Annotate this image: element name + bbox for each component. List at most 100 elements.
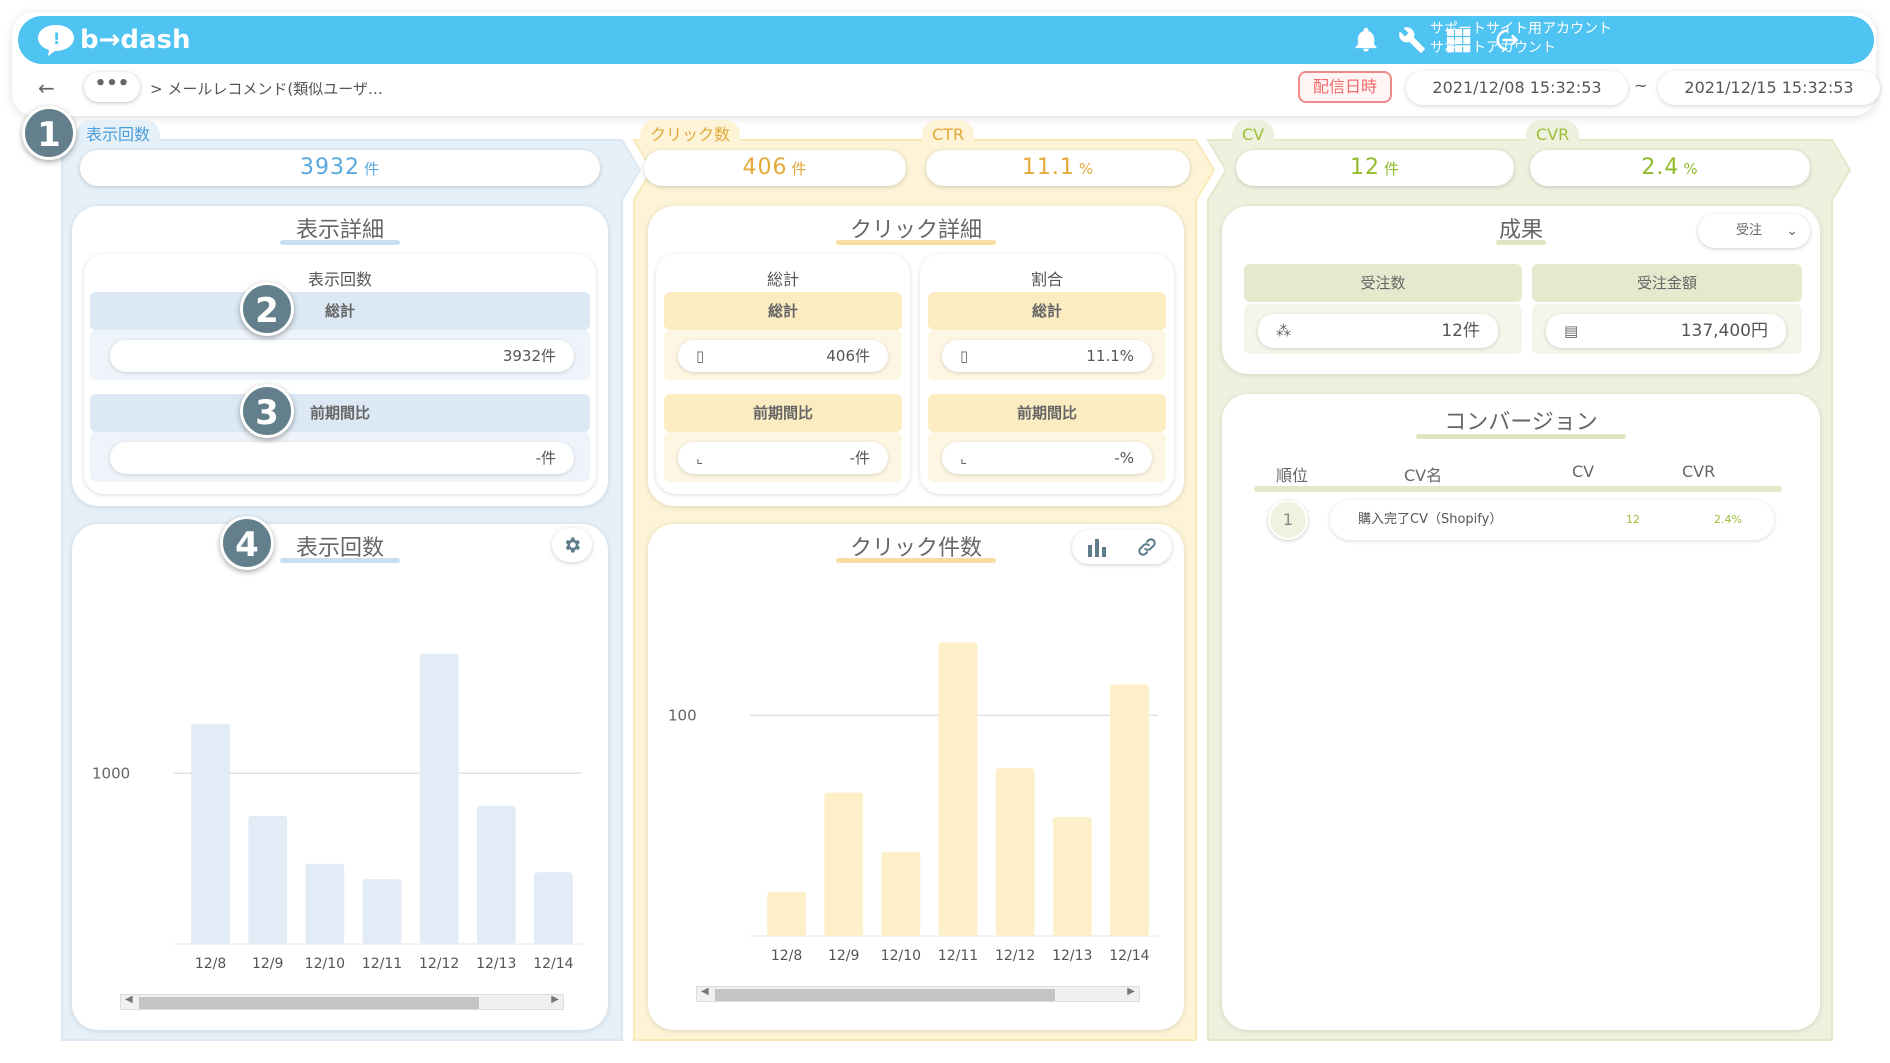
x-tick-label: 12/13 xyxy=(1052,948,1092,964)
title-underline xyxy=(1496,240,1546,245)
scroll-left-arrow-icon[interactable]: ◀ xyxy=(125,994,133,1005)
scroll-thumb[interactable] xyxy=(139,997,479,1009)
receipt-icon: ▤ xyxy=(1564,322,1579,340)
bar[interactable] xyxy=(248,815,288,944)
chevron-down-icon: ⌄ xyxy=(1786,223,1798,239)
impressions-unit: 件 xyxy=(363,160,380,178)
users-icon: ⁂ xyxy=(1276,322,1291,340)
clicks-total-value-row: ▯ 406件 xyxy=(678,340,888,372)
scroll-right-arrow-icon[interactable]: ▶ xyxy=(1127,986,1135,997)
x-tick-label: 12/9 xyxy=(828,948,859,964)
cvr-cell: 2.4% xyxy=(1714,513,1742,526)
clicks-chart-scrollbar[interactable]: ◀ ▶ xyxy=(696,986,1140,1002)
cv-value: 12 xyxy=(1349,155,1380,180)
cvr-tag: CVR xyxy=(1526,120,1580,150)
bar[interactable] xyxy=(767,891,806,936)
ctr-value: 11.1 xyxy=(1021,155,1075,180)
impressions-sub-title: 表示回数 xyxy=(307,270,372,289)
cv-pill: 12 件 xyxy=(1236,150,1514,186)
ctr-tag: CTR xyxy=(922,120,975,150)
clicks-bar-chart: 100 12/8 12/9 12/10 12/11 12/12 12/13 12/14 xyxy=(668,642,1158,964)
clicks-tag: クリック数 xyxy=(640,120,741,150)
results-type-select[interactable]: 受注 ⌄ xyxy=(1698,214,1810,248)
x-tick-label: 12/11 xyxy=(362,956,402,972)
scroll-right-arrow-icon[interactable]: ▶ xyxy=(551,994,559,1005)
bar[interactable] xyxy=(476,805,516,944)
y-tick-label: 1000 xyxy=(92,764,130,782)
impressions-chart-scrollbar[interactable]: ◀ ▶ xyxy=(120,994,564,1010)
ratio-total-value: 11.1% xyxy=(1086,347,1134,365)
bar[interactable] xyxy=(534,872,573,944)
orders-count-value: 12件 xyxy=(1441,321,1480,341)
x-tick-label: 12/11 xyxy=(938,948,978,964)
impressions-prev-value: -件 xyxy=(535,449,556,467)
ratio-prev-value: -% xyxy=(1114,449,1134,467)
impressions-total-pill: 3932 件 xyxy=(80,150,600,186)
cv-tag: CV xyxy=(1232,120,1275,150)
ratio-prev-value-row: ⌞ -% xyxy=(942,442,1152,474)
bar[interactable] xyxy=(191,723,230,944)
orders-count-row: ⁂ 12件 xyxy=(1258,314,1498,348)
ratio-total-value-row: ▯ 11.1% xyxy=(942,340,1152,372)
clicks-total-pill: 406 件 xyxy=(644,150,906,186)
impressions-total-value: 3932件 xyxy=(502,347,556,365)
line-chart-icon: ⌞ xyxy=(960,449,968,467)
ratio-total-band: 総計 xyxy=(928,292,1166,330)
clicks-total-sub-title: 総計 xyxy=(766,270,799,289)
x-tick-label: 12/12 xyxy=(995,948,1035,964)
results-card: 成果 受注 ⌄ 受注数 ⁂ 12件 受注金額 ▤ 137,400円 xyxy=(1222,206,1820,374)
chart-toggle-group xyxy=(1072,530,1172,564)
conversion-card: コンバージョン 順位 CV名 CV CVR 1 購入完了CV（Shopify） … xyxy=(1222,394,1820,1030)
scroll-thumb[interactable] xyxy=(715,989,1055,1001)
clicks-total-band: 総計 xyxy=(664,292,902,330)
impressions-prev-value-row: -件 xyxy=(110,442,574,474)
step-badge-3: 3 xyxy=(240,384,294,438)
clicks-total-subcard: 総計 総計 ▯ 406件 前期間比 ⌞ -件 xyxy=(656,254,910,494)
impressions-value: 3932 xyxy=(299,155,360,180)
bar[interactable] xyxy=(881,852,921,936)
orders-amount-value: 137,400円 xyxy=(1680,321,1768,341)
step-badge-2: 2 xyxy=(240,282,294,336)
impressions-detail-card: 表示詳細 表示回数 総計 3932件 前期間比 -件 xyxy=(72,206,608,506)
orders-amount-band: 受注金額 xyxy=(1532,264,1802,302)
bar[interactable] xyxy=(938,642,978,936)
chart-settings-button[interactable] xyxy=(552,528,592,562)
bar[interactable] xyxy=(419,653,459,944)
link-icon[interactable] xyxy=(1136,536,1158,558)
scroll-left-arrow-icon[interactable]: ◀ xyxy=(701,986,709,997)
impressions-tag: 表示回数 xyxy=(76,120,161,150)
ratio-prev-band: 前期間比 xyxy=(928,394,1166,432)
impressions-total-value-row: 3932件 xyxy=(110,340,574,372)
line-chart-icon: ⌞ xyxy=(696,449,704,467)
step-badge-4: 4 xyxy=(220,516,274,570)
impressions-prev-band: 前期間比 xyxy=(90,394,590,432)
step-badge-1: 1 xyxy=(22,106,76,160)
bar[interactable] xyxy=(305,863,345,944)
conversion-title: コンバージョン xyxy=(1444,410,1598,435)
x-tick-label: 12/12 xyxy=(419,956,459,972)
clicks-chart-card: クリック件数 100 12/8 12/9 12/10 12/11 12/12 12/13 12… xyxy=(648,524,1184,1030)
bar[interactable] xyxy=(1110,684,1149,936)
bar[interactable] xyxy=(824,792,864,936)
bar[interactable] xyxy=(995,768,1035,936)
x-tick-label: 12/10 xyxy=(305,956,345,972)
clicks-unit: 件 xyxy=(791,160,808,178)
title-underline xyxy=(280,558,400,563)
conversion-row[interactable]: 購入完了CV（Shopify） 12 2.4% xyxy=(1330,500,1774,540)
col-header-rank: 順位 xyxy=(1276,466,1309,485)
bar[interactable] xyxy=(362,879,402,944)
clicks-prev-value-row: ⌞ -件 xyxy=(678,442,888,474)
x-tick-label: 12/14 xyxy=(533,956,573,972)
cvr-pill: 2.4% xyxy=(1530,150,1810,186)
bar-chart-icon[interactable] xyxy=(1086,537,1108,557)
ctr-unit: % xyxy=(1078,160,1095,178)
cv-name-cell: 購入完了CV（Shopify） xyxy=(1358,512,1503,527)
x-tick-label: 12/8 xyxy=(771,948,802,964)
orders-amount-row: ▤ 137,400円 xyxy=(1546,314,1786,348)
clicks-value: 406 xyxy=(742,155,788,180)
bar[interactable] xyxy=(1052,816,1092,936)
clicks-prev-band: 前期間比 xyxy=(664,394,902,432)
x-tick-label: 12/10 xyxy=(881,948,921,964)
click-icon: ▯ xyxy=(960,347,969,365)
impressions-bar-chart: 1000 12/8 12/9 12/10 12/11 12/12 12/13 12/14 xyxy=(92,653,582,972)
